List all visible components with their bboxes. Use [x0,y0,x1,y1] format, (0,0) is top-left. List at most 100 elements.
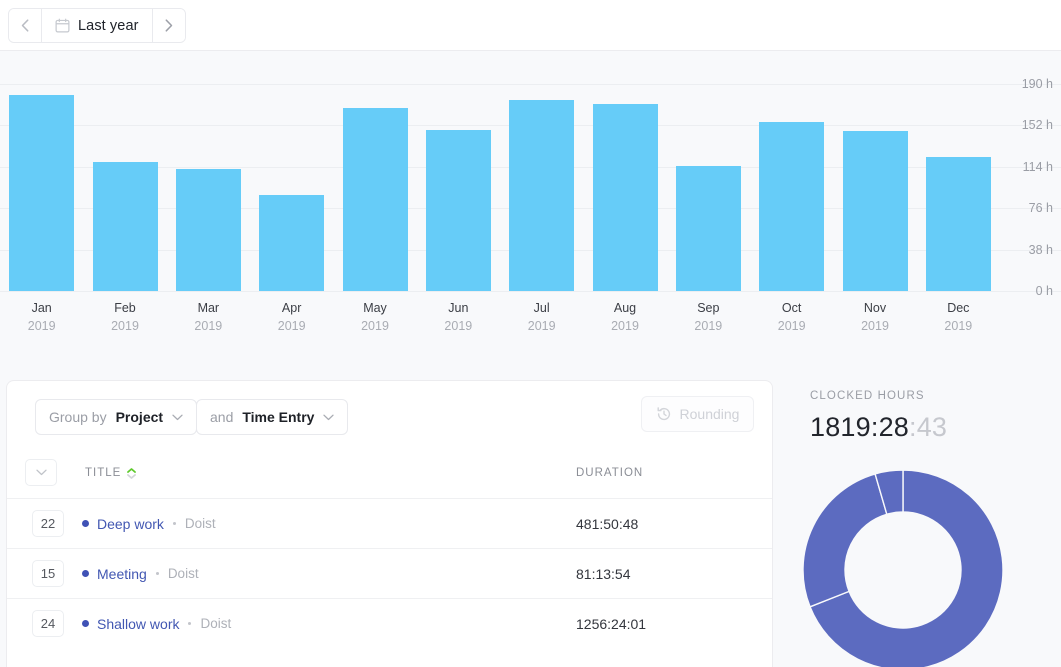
row-count-chip: 15 [32,560,64,587]
next-period-button[interactable] [152,9,185,42]
x-axis-tick-label: Jan 2019 [28,299,56,335]
rounding-button[interactable]: Rounding [641,396,754,432]
top-toolbar: Last year [0,0,1061,51]
table-header: TITLE DURATION [7,454,772,479]
row-count-chip: 22 [32,510,64,537]
y-axis-tick-label: 0 h [1035,284,1053,298]
previous-period-button[interactable] [9,9,41,42]
chart-bar[interactable] [925,157,991,291]
row-title: Meeting Doist [82,566,199,582]
group-by-value: Project [115,409,164,425]
separator-dot [155,572,159,575]
x-axis-tick-label: May 2019 [361,299,389,335]
period-label: Last year [78,17,139,34]
row-title-link[interactable]: Deep work [97,516,164,532]
chevron-down-icon [172,414,183,420]
x-axis-year: 2019 [111,319,139,333]
x-axis-year: 2019 [27,319,56,333]
group-by-selector[interactable]: Group by Project [35,399,198,435]
y-axis-tick-label: 190 h [1021,77,1053,91]
chart-bar[interactable] [592,103,658,291]
column-header-duration[interactable]: DURATION [576,467,643,479]
table-row[interactable]: 24 Shallow work Doist 1256:24:01 [7,598,772,648]
x-axis-year: 2019 [694,319,723,333]
clocked-hours-value: 1819:28:43 [810,412,947,442]
y-axis-tick-label: 38 h [1028,242,1053,257]
rounding-label: Rounding [679,406,740,422]
donut-slice[interactable] [802,473,888,608]
x-axis-year: 2019 [861,319,889,333]
chart-bar[interactable] [342,107,408,291]
row-color-dot [82,620,89,627]
chart-bar[interactable] [509,100,575,291]
sort-toggle[interactable] [127,467,137,479]
chevron-right-icon [165,19,172,32]
x-axis-tick-label: Apr 2019 [278,299,306,335]
chart-bar[interactable] [425,129,491,291]
chevron-up-icon [127,467,137,473]
chart-bar[interactable] [175,168,241,291]
secondary-group-selector[interactable]: and Time Entry [196,399,349,435]
x-axis-year: 2019 [944,319,973,333]
x-axis-month: May [363,301,387,315]
chart-bar[interactable] [675,165,741,291]
row-project-name: Doist [184,516,216,531]
x-axis-year: 2019 [277,319,306,333]
clocked-hours-donut-chart [802,469,1004,667]
row-duration: 81:13:54 [576,565,631,582]
clocked-hours-summary: CLOCKED HOURS 1819:28:43 [810,388,947,442]
period-button[interactable]: Last year [41,9,153,42]
clocked-hours-label: CLOCKED HOURS [810,390,925,402]
column-header-title-label: TITLE [85,467,122,479]
row-project-name: Doist [167,566,199,581]
collapse-all-button[interactable] [25,459,57,486]
x-axis-month: Jun [448,301,469,315]
chart-bar[interactable] [842,130,908,291]
chart-bar[interactable] [9,94,75,291]
x-axis-tick-label: Mar 2019 [194,299,222,335]
y-axis-tick-label: 114 h [1022,159,1053,174]
and-prefix: and [210,409,234,425]
x-axis-month: Oct [781,301,802,315]
chart-bar[interactable] [759,122,825,291]
x-axis-year: 2019 [361,319,389,333]
row-title-link[interactable]: Meeting [97,566,147,582]
x-axis-month: Nov [863,301,887,315]
gridline [0,291,1061,292]
x-axis-tick-label: Aug 2019 [611,299,639,335]
x-axis-month: Aug [613,301,637,315]
row-color-dot [82,520,89,527]
table-row[interactable]: 22 Deep work Doist 481:50:48 [7,498,772,548]
separator-dot [188,622,192,625]
column-header-duration-label: DURATION [576,467,644,479]
x-axis-year: 2019 [527,319,556,333]
chevron-down-icon [127,473,137,479]
x-axis-tick-label: Nov 2019 [861,299,889,335]
column-header-title[interactable]: TITLE [85,467,137,479]
row-title: Shallow work Doist [82,616,231,632]
row-title-link[interactable]: Shallow work [97,616,179,632]
chart-x-axis: Jan 2019 Feb 2019 Mar 2019 Apr 2019 May 2019 Jun 20… [0,299,1000,349]
x-axis-year: 2019 [194,319,223,333]
table-row[interactable]: 15 Meeting Doist 81:13:54 [7,548,772,598]
x-axis-year: 2019 [444,319,473,333]
row-title: Deep work Doist [82,516,216,532]
x-axis-year: 2019 [777,319,806,333]
chart-bar[interactable] [259,195,325,291]
and-value: Time Entry [242,409,315,425]
chevron-down-icon [35,469,47,476]
x-axis-tick-label: Jul 2019 [528,299,556,335]
x-axis-tick-label: Jun 2019 [444,299,472,335]
x-axis-year: 2019 [611,319,639,333]
x-axis-month: Mar [197,301,220,315]
row-project-name: Doist [200,616,232,631]
y-axis-tick-label: 152 h [1021,118,1053,133]
x-axis-tick-label: Dec 2019 [944,299,972,335]
clocked-hours-main: 1819:28 [810,412,909,442]
chart-bar[interactable] [92,162,158,291]
x-axis-month: Apr [281,301,302,315]
x-axis-tick-label: Oct 2019 [778,299,806,335]
history-clock-icon [657,407,670,421]
chevron-down-icon [323,414,335,420]
row-color-dot [82,570,89,577]
